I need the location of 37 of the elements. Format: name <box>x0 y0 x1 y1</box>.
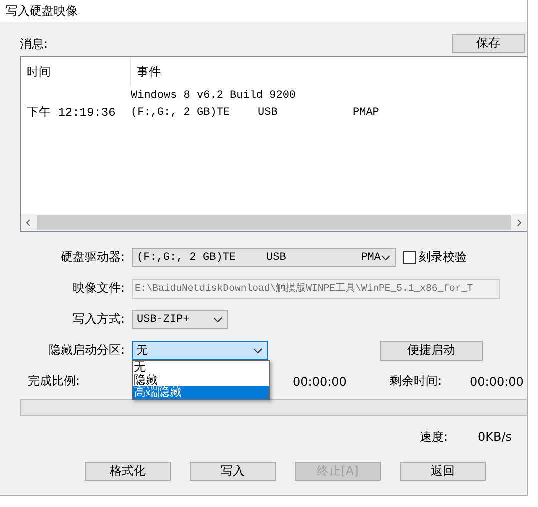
messages-label: 消息: <box>20 36 48 53</box>
chevron-down-icon <box>213 316 223 322</box>
dropdown[interactable]: USB-ZIP+ <box>132 310 228 329</box>
checkbox-label: 刻录校验 <box>419 249 467 266</box>
field-label: 映像文件: <box>72 280 125 297</box>
window-title: 写入硬盘映像 <box>6 2 78 20</box>
column-header[interactable]: 事件 <box>131 57 161 87</box>
remaining-time: 00:00:00 <box>470 374 524 388</box>
dropdown[interactable]: (F:,G:, 2 GB)TE USB PMA <box>132 248 396 267</box>
chevron-down-icon <box>381 254 391 260</box>
image-file-field[interactable]: E:\BaiduNetdiskDownload\触摸版WINPE工具\WinPE_5.1_x86_for_T <box>132 278 500 298</box>
dropdown[interactable]: 无 <box>132 341 268 360</box>
save-button[interactable]: 保存 <box>452 34 525 53</box>
checkbox[interactable] <box>403 251 416 264</box>
dialog-button[interactable]: 格式化 <box>85 462 171 481</box>
time-cell-text: 下午 12:19:36 <box>26 105 117 121</box>
field-label: 硬盘驱动器: <box>60 249 125 266</box>
progress-label: 完成比例: <box>28 373 80 390</box>
event-cell-text: (F:,G:, 2 GB)TE <box>131 106 232 118</box>
field-label: 隐藏启动分区: <box>48 342 125 359</box>
speed-value: 0KB/s <box>478 430 512 444</box>
remaining-label: 剩余时间: <box>390 373 442 390</box>
field-label: 写入方式: <box>72 311 125 328</box>
dialog-button[interactable]: 返回 <box>400 462 486 481</box>
event-cell-text: USB <box>258 106 279 118</box>
chevron-down-icon <box>253 348 263 354</box>
dropdown-option[interactable]: 高端隐藏 <box>133 386 269 398</box>
column-header[interactable]: 时间 <box>21 57 131 87</box>
dropdown-option[interactable]: 隐藏 <box>133 374 269 386</box>
dropdown-option[interactable]: 无 <box>133 361 269 374</box>
elapsed-time: 00:00:00 <box>293 374 347 388</box>
speed-label: 速度: <box>420 428 450 446</box>
dialog-button[interactable]: 写入 <box>190 462 276 481</box>
scrollbar[interactable] <box>21 214 527 231</box>
quick-boot-button[interactable]: 便捷启动 <box>380 340 483 360</box>
event-cell: PMAP <box>353 106 380 118</box>
event-cell: Windows 8 v6.2 Build 9200 <box>131 90 296 102</box>
